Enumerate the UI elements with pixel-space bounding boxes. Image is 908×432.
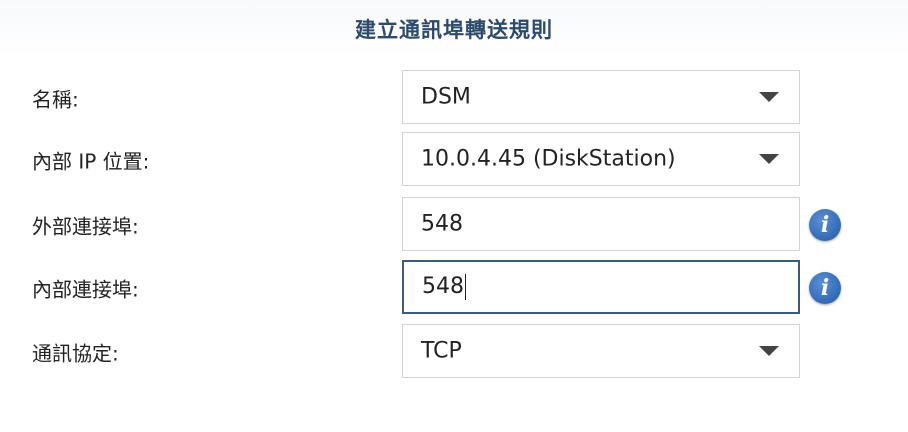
form-row-internal-port: 內部連接埠: 548 i	[0, 260, 908, 316]
form-row-protocol: 通訊協定: TCP	[0, 324, 908, 380]
form-row-external-port: 外部連接埠: 548 i	[0, 197, 908, 253]
external-port-value: 548	[421, 211, 463, 237]
internal-port-input[interactable]: 548	[402, 260, 800, 314]
text-cursor	[465, 274, 466, 300]
protocol-label: 通訊協定:	[32, 341, 119, 366]
internal-port-value-wrap: 548	[422, 274, 466, 300]
internal-ip-label: 內部 IP 位置:	[32, 149, 150, 174]
name-label: 名稱:	[32, 87, 79, 112]
external-port-input[interactable]: 548	[402, 197, 800, 251]
info-icon[interactable]: i	[809, 209, 841, 241]
dialog-header: 建立通訊埠轉送規則	[0, 0, 908, 56]
protocol-select[interactable]: TCP	[402, 324, 800, 378]
name-select[interactable]: DSM	[402, 70, 800, 124]
internal-port-value: 548	[422, 274, 464, 299]
internal-ip-select[interactable]: 10.0.4.45 (DiskStation)	[402, 132, 800, 186]
info-icon[interactable]: i	[809, 272, 841, 304]
internal-ip-select-value: 10.0.4.45 (DiskStation)	[421, 146, 676, 172]
protocol-select-value: TCP	[421, 338, 462, 364]
internal-port-label: 內部連接埠:	[32, 277, 139, 302]
form-row-name: 名稱: DSM	[0, 70, 908, 126]
name-select-value: DSM	[421, 84, 471, 110]
chevron-down-icon[interactable]	[759, 154, 779, 164]
chevron-down-icon[interactable]	[759, 92, 779, 102]
form-row-internal-ip: 內部 IP 位置: 10.0.4.45 (DiskStation)	[0, 132, 908, 188]
chevron-down-icon[interactable]	[759, 346, 779, 356]
external-port-label: 外部連接埠:	[32, 214, 139, 239]
dialog-title: 建立通訊埠轉送規則	[355, 18, 553, 42]
